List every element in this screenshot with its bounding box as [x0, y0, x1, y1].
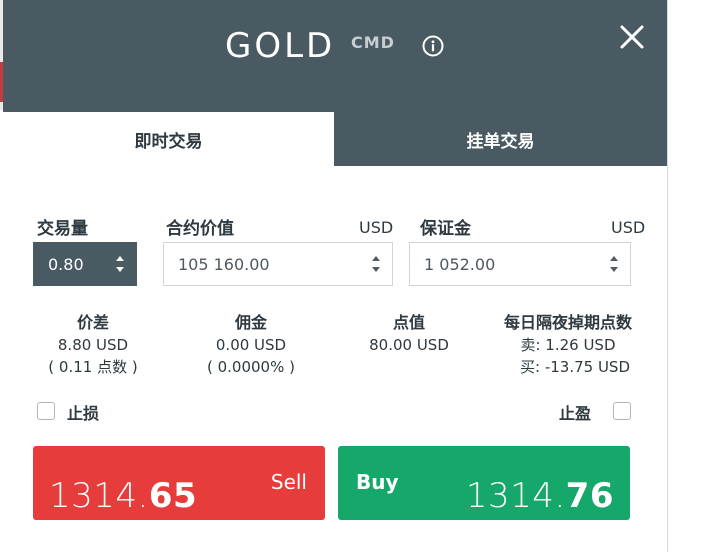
quantity-stepper-arrows[interactable] — [110, 243, 130, 285]
spread-points: ( 0.11 点数 ) — [48, 358, 138, 376]
buy-price-pips: 76 — [565, 476, 614, 516]
buy-button[interactable]: Buy 1314.76 — [338, 446, 630, 520]
sell-button[interactable]: Sell 1314.65 — [33, 446, 325, 520]
sell-label: Sell — [270, 470, 307, 494]
dialog-header: GOLD CMD — [3, 0, 667, 112]
contract-value-value: 105 160.00 — [178, 254, 270, 274]
background-divider — [667, 0, 668, 552]
tab-pending-order[interactable]: 挂单交易 — [334, 112, 667, 166]
buy-price: 1314.76 — [466, 476, 614, 516]
take-profit-checkbox[interactable] — [613, 402, 631, 420]
spread-title: 价差 — [76, 313, 109, 332]
quantity-stepper[interactable]: 0.80 — [33, 242, 137, 286]
close-icon[interactable] — [619, 24, 645, 50]
sell-price-pips: 65 — [148, 476, 198, 516]
buy-label: Buy — [356, 470, 399, 494]
spread-value: 8.80 USD — [57, 336, 129, 354]
quantity-label: 交易量 — [37, 219, 88, 239]
pip-value-value: 80.00 USD — [369, 336, 449, 354]
pip-value-title: 点值 — [392, 313, 425, 332]
commission-title: 佣金 — [234, 313, 267, 332]
take-profit-label: 止盈 — [559, 404, 592, 423]
margin-field[interactable]: 1 052.00 — [409, 242, 631, 286]
commission-info: 佣金 0.00 USD ( 0.0000% ) — [191, 312, 311, 378]
margin-stepper-arrows[interactable] — [604, 243, 624, 285]
page: GOLD CMD 即时交易 挂单交易 交易量 0.80 合约价值 USD 105… — [0, 0, 720, 552]
tab-instant-trade[interactable]: 即时交易 — [3, 112, 334, 166]
swap-title: 每日隔夜掉期点数 — [503, 313, 632, 332]
contract-value-label: 合约价值 — [166, 219, 234, 239]
instrument-type-tag: CMD — [351, 33, 395, 52]
margin-value: 1 052.00 — [424, 254, 496, 274]
sell-price-main: 1314. — [49, 476, 149, 516]
buy-price-main: 1314. — [465, 476, 566, 516]
trade-dialog: GOLD CMD 即时交易 挂单交易 交易量 0.80 合约价值 USD 105… — [3, 0, 667, 552]
stop-loss-label: 止损 — [67, 404, 100, 423]
commission-percent: ( 0.0000% ) — [207, 358, 295, 376]
commission-value: 0.00 USD — [215, 336, 287, 354]
contract-value-field[interactable]: 105 160.00 — [163, 242, 393, 286]
quantity-value: 0.80 — [48, 254, 84, 274]
swap-info: 每日隔夜掉期点数 卖: 1.26 USD 买: -13.75 USD — [483, 312, 653, 378]
contract-value-stepper-arrows[interactable] — [366, 243, 386, 285]
contract-value-unit: USD — [359, 218, 394, 237]
spread-info: 价差 8.80 USD ( 0.11 点数 ) — [33, 312, 153, 378]
pip-value-info: 点值 80.00 USD — [349, 312, 469, 356]
info-icon[interactable] — [422, 35, 444, 57]
stop-loss-checkbox[interactable] — [37, 402, 55, 420]
margin-label: 保证金 — [420, 219, 471, 239]
swap-sell: 卖: 1.26 USD — [520, 336, 616, 354]
sell-price: 1314.65 — [49, 476, 197, 516]
swap-buy: 买: -13.75 USD — [520, 358, 630, 376]
instrument-title: GOLD — [225, 26, 336, 66]
margin-unit: USD — [611, 218, 646, 237]
